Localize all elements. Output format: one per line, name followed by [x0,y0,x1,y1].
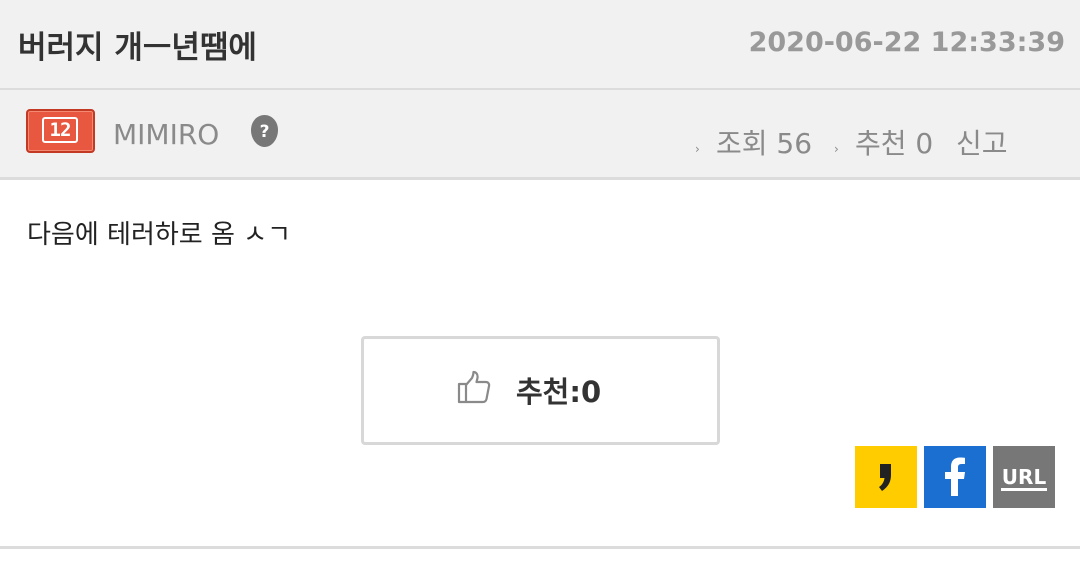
post-date: 2020-06-22 12:33:39 [748,27,1065,58]
views-count: 조회 56 [716,127,813,160]
report-link[interactable]: 신고 [956,122,1008,162]
post-title: 버러지 개ㅡ년땜에 [18,30,257,66]
thumbs-up-icon [457,370,491,404]
kakaostory-icon [879,464,891,491]
content-divider [0,546,1080,549]
url-label: URL [1002,465,1047,489]
help-icon[interactable]: ? [250,114,279,148]
recommend-bullet: › [834,142,839,156]
author-name[interactable]: MIMIRO [113,118,219,151]
level-number: 12 [42,117,78,143]
svg-text:?: ? [260,122,270,142]
kakaostory-share-button[interactable] [855,446,917,508]
recommend-label: 추천:0 [516,375,602,409]
url-share-button[interactable]: URL [993,446,1055,508]
views-bullet: › [695,142,700,156]
facebook-share-button[interactable] [924,446,986,508]
post-meta-bar: 12 MIMIRO ? › 조회 56 › 추천 0 신고 [0,90,1080,180]
recommend-count: 추천 0 [855,127,934,160]
recommend-button[interactable]: 추천:0 [361,336,720,445]
post-header: 버러지 개ㅡ년땜에 2020-06-22 12:33:39 [0,0,1080,90]
url-link-icon: URL [1001,465,1047,491]
level-badge: 12 [26,109,95,153]
facebook-icon [945,457,965,496]
post-content: 다음에 테러하로 옴 ㅅㄱ [27,220,291,250]
